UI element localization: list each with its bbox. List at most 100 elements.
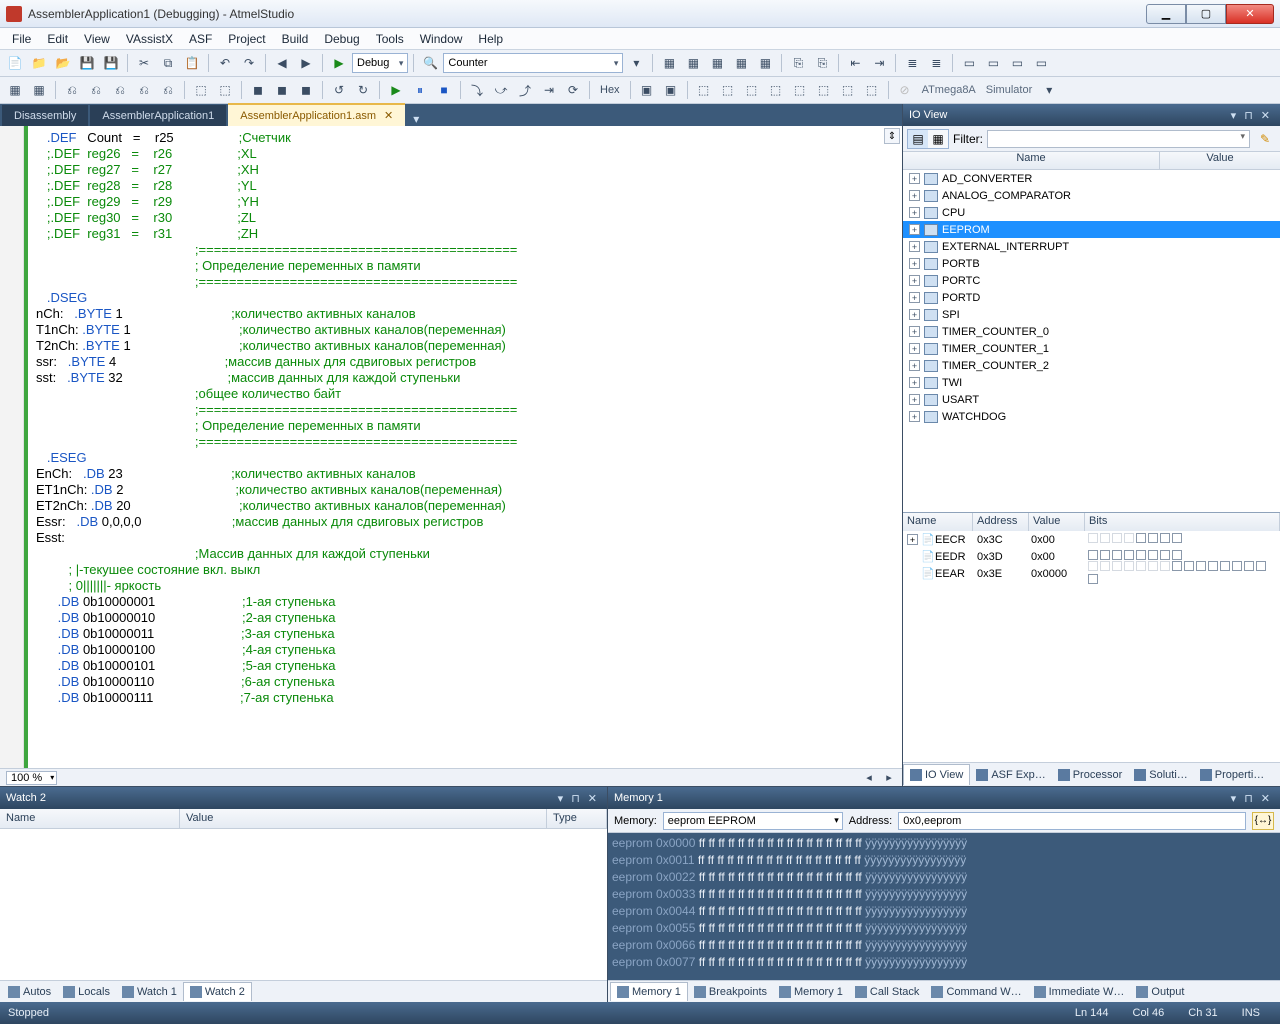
open-icon[interactable]: 📂 [52,52,74,74]
panel-pin-icon[interactable]: ⊓ [1240,792,1257,805]
new-file-icon[interactable]: 📄 [4,52,26,74]
menu-project[interactable]: Project [220,29,273,49]
panel-tab[interactable]: Processor [1052,765,1129,785]
view-mode-2-icon[interactable]: ▦ [928,130,948,148]
io-node[interactable]: +PORTD [903,289,1280,306]
io-node[interactable]: +USART [903,391,1280,408]
new-project-icon[interactable]: 📁 [28,52,50,74]
tb-icon[interactable]: ⎘ [811,52,833,74]
tb2-icon[interactable]: ⬚ [741,79,763,101]
comment-icon[interactable]: ≣ [901,52,923,74]
io-tree[interactable]: +AD_CONVERTER+ANALOG_COMPARATOR+CPU+EEPR… [903,170,1280,512]
doc-tab[interactable]: Disassembly [2,105,88,126]
tb2-icon[interactable]: ◼ [247,79,269,101]
split-view-icon[interactable]: ⇕ [884,128,900,144]
save-all-icon[interactable]: 💾 [100,52,122,74]
maximize-button[interactable]: ▢ [1186,4,1226,24]
io-node[interactable]: +PORTB [903,255,1280,272]
register-row[interactable]: 📄EEAR0x3E0x0000 [903,565,1280,582]
config-combo[interactable]: Debug [352,53,408,73]
start-debug-icon[interactable]: ▶ [328,52,350,74]
stop-icon[interactable]: ■ [433,79,455,101]
bookmark-prev-icon[interactable]: ▭ [1006,52,1028,74]
undo-icon[interactable]: ↶ [214,52,236,74]
cut-icon[interactable]: ✂ [133,52,155,74]
io-node[interactable]: +SPI [903,306,1280,323]
pause-icon[interactable]: ⏸ [409,79,431,101]
tb2-icon[interactable]: ↻ [352,79,374,101]
register-row[interactable]: +📄EECR0x3C0x00 [903,531,1280,548]
tb-icon[interactable]: ⎘ [787,52,809,74]
menu-tools[interactable]: Tools [368,29,412,49]
io-node[interactable]: +CPU [903,204,1280,221]
tb2-icon[interactable]: ⬚ [813,79,835,101]
code-editor[interactable]: .DEF Count = r25 ;Счетчик ;.DEF reg26 = … [0,126,902,768]
tb2-icon[interactable]: ⎌ [109,79,131,101]
tb2-icon[interactable]: ↺ [328,79,350,101]
address-input[interactable] [898,812,1246,830]
tb-icon[interactable]: ▦ [730,52,752,74]
code-area[interactable]: .DEF Count = r25 ;Счетчик ;.DEF reg26 = … [28,126,902,768]
nav-back-icon[interactable]: ◀ [271,52,293,74]
io-node[interactable]: +TIMER_COUNTER_0 [903,323,1280,340]
panel-tab[interactable]: Soluti… [1128,765,1194,785]
bottom-tab[interactable]: Autos [2,983,57,1001]
doc-tab[interactable]: AssemblerApplication1.asm✕ [228,103,405,126]
tb2-icon[interactable]: ⎌ [133,79,155,101]
menu-file[interactable]: File [4,29,39,49]
bookmark-clear-icon[interactable]: ▭ [1030,52,1052,74]
register-table[interactable]: +📄EECR0x3C0x00📄EEDR0x3D0x00📄EEAR0x3E0x00… [903,531,1280,582]
step-into-icon[interactable]: ⤵ [466,79,488,101]
bottom-tab[interactable]: Memory 1 [773,983,849,1001]
panel-close-icon[interactable]: ✕ [1257,792,1274,805]
tb-icon[interactable]: ▦ [682,52,704,74]
redo-icon[interactable]: ↷ [238,52,260,74]
bottom-tab[interactable]: Watch 2 [183,982,252,1001]
tb2-icon[interactable]: ⬚ [190,79,212,101]
step-over-icon[interactable]: ⤻ [490,79,512,101]
panel-menu-icon[interactable]: ▾ [554,792,568,805]
menu-vassistx[interactable]: VAssistX [118,29,181,49]
minimize-button[interactable]: ▁ [1146,4,1186,24]
tb2-icon[interactable]: ⬚ [717,79,739,101]
tb2-icon[interactable]: ⬚ [837,79,859,101]
view-mode-1-icon[interactable]: ▤ [908,130,928,148]
hex-toggle[interactable]: Hex [595,79,625,101]
panel-menu-icon[interactable]: ▾ [1227,792,1241,805]
panel-pin-icon[interactable]: ⊓ [567,792,584,805]
panel-tab[interactable]: IO View [903,764,970,785]
tb2-icon[interactable]: ⬚ [789,79,811,101]
menu-build[interactable]: Build [274,29,317,49]
nav-fwd-icon[interactable]: ▶ [295,52,317,74]
filter-input[interactable] [987,130,1250,148]
restart-icon[interactable]: ⟳ [562,79,584,101]
indent-left-icon[interactable]: ⇤ [844,52,866,74]
panel-close-icon[interactable]: ✕ [584,792,601,805]
run-to-icon[interactable]: ⇥ [538,79,560,101]
no-device-icon[interactable]: ⊘ [894,79,916,101]
tb2-icon[interactable]: ▣ [636,79,658,101]
indent-right-icon[interactable]: ⇥ [868,52,890,74]
io-node[interactable]: +WATCHDOG [903,408,1280,425]
step-out-icon[interactable]: ⤴ [514,79,536,101]
bookmark-next-icon[interactable]: ▭ [982,52,1004,74]
menu-debug[interactable]: Debug [316,29,367,49]
bottom-tab[interactable]: Watch 1 [116,983,183,1001]
menu-asf[interactable]: ASF [181,29,220,49]
bottom-tab[interactable]: Call Stack [849,983,926,1001]
bottom-tab[interactable]: Breakpoints [688,983,773,1001]
io-node[interactable]: +EEPROM [903,221,1280,238]
memory-grid[interactable]: eeprom 0x0000 ff ff ff ff ff ff ff ff ff… [608,833,1280,980]
run-icon[interactable]: ▶ [385,79,407,101]
target-combo[interactable]: Counter [443,53,623,73]
tb2-icon[interactable]: ⎌ [61,79,83,101]
tb2-icon[interactable]: ⎌ [85,79,107,101]
doc-tab[interactable]: AssemblerApplication1 [90,105,226,126]
tb2-icon[interactable]: ◼ [295,79,317,101]
scroll-right-icon[interactable]: ▸ [882,771,896,785]
tb-icon[interactable]: ▦ [658,52,680,74]
io-node[interactable]: +TIMER_COUNTER_2 [903,357,1280,374]
menu-window[interactable]: Window [412,29,471,49]
bottom-tab[interactable]: Output [1130,983,1190,1001]
bottom-tab[interactable]: Memory 1 [610,982,688,1001]
